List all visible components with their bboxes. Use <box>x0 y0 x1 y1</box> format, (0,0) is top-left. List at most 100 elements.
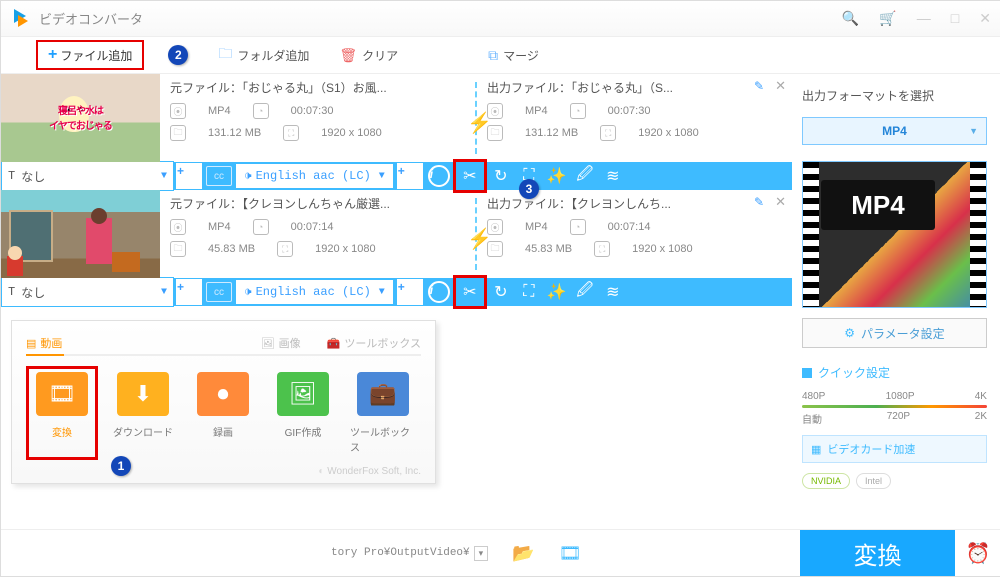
filter-button[interactable]: ≋ <box>599 162 627 190</box>
folder-size-icon: 🗀 <box>170 241 186 257</box>
nvidia-badge: NVIDIA <box>802 473 850 489</box>
filter-button[interactable]: ≋ <box>599 278 627 306</box>
thumb-subtitle: 寝呂や水は イヤでおじゃる <box>1 102 160 132</box>
crop-button[interactable]: ⛶ <box>515 278 543 306</box>
out-size: 45.83 MB <box>525 243 572 255</box>
format-select[interactable]: MP4 <box>802 117 987 145</box>
preset: 480P <box>802 391 825 402</box>
tool-download[interactable]: ⬇ ダウンロード <box>108 366 178 460</box>
src-res: 1920 x 1080 <box>315 243 376 255</box>
tool-record[interactable]: ⏺ 録画 <box>188 366 258 460</box>
video-thumbnail[interactable] <box>1 190 160 278</box>
watermark-button[interactable]: 🖉 <box>571 278 599 306</box>
add-file-button[interactable]: + ファイル追加 <box>36 40 144 70</box>
maximize-button[interactable]: □ <box>951 10 959 27</box>
cart-icon[interactable]: 🛒 <box>879 10 896 27</box>
gpu-accel-button[interactable]: ▦ ビデオカード加速 <box>802 435 987 463</box>
tool-label: 録画 <box>213 424 233 439</box>
param-label: パラメータ設定 <box>861 325 945 342</box>
plus-icon: + <box>48 46 57 64</box>
add-subtitle-button[interactable]: + <box>176 163 202 189</box>
src-size: 45.83 MB <box>208 243 255 255</box>
subtitle-select[interactable]: T なし ▼ <box>1 161 174 191</box>
resolution-icon: ⛶ <box>283 125 299 141</box>
path-dropdown[interactable]: ▾ <box>474 546 489 561</box>
info-button[interactable]: i <box>425 278 453 306</box>
out-res: 1920 x 1080 <box>632 243 693 255</box>
rotate-button[interactable]: ↻ <box>487 162 515 190</box>
edit-icon[interactable]: ✎ <box>754 79 764 93</box>
out-duration: 00:07:30 <box>608 105 651 117</box>
folder-icon: 🗀 <box>218 43 232 67</box>
text-icon: T <box>8 285 15 299</box>
subtitle-value: なし <box>21 284 45 301</box>
tab-toolbox[interactable]: 🧰ツールボックス <box>327 335 421 351</box>
gpu-label: ビデオカード加速 <box>827 441 915 457</box>
tab-video[interactable]: ▤ 動画 <box>26 335 62 351</box>
format-section-label: 出力フォーマットを選択 <box>802 87 987 104</box>
media-icon[interactable]: 🎞 <box>559 543 582 564</box>
output-info: ⚡ ✎ ✕ 出力ファイル：「おじゃる丸」（S... ⦿MP4 ◔00:07:30… <box>477 74 792 162</box>
add-audio-button[interactable]: + <box>397 163 423 189</box>
minimize-button[interactable]: — <box>917 10 931 27</box>
audio-select[interactable]: 🕩 English aac (LC) ▼ <box>236 280 393 304</box>
convert-button[interactable]: 変換 <box>800 530 955 576</box>
chevron-down-icon: ▼ <box>161 171 167 182</box>
open-folder-icon[interactable]: 📂 <box>512 543 534 564</box>
search-icon[interactable]: 🔍 <box>842 10 859 27</box>
audio-select[interactable]: 🕩 English aac (LC) ▼ <box>236 164 393 188</box>
chip-icon: ▦ <box>811 443 821 456</box>
cut-button[interactable]: ✂ <box>453 275 487 309</box>
film-icon: ▤ <box>26 337 36 350</box>
add-folder-button[interactable]: 🗀 フォルダ追加 <box>218 43 309 67</box>
video-thumbnail[interactable]: 寝呂や水は イヤでおじゃる <box>1 74 160 162</box>
cc-button[interactable]: cc <box>206 282 232 302</box>
preset: 720P <box>887 411 910 426</box>
remove-file-icon[interactable]: ✕ <box>775 78 786 94</box>
rotate-button[interactable]: ↻ <box>487 278 515 306</box>
format-thumbnail[interactable]: MP4 <box>802 161 987 308</box>
close-button[interactable]: ✕ <box>979 10 991 27</box>
callout-badge-3: 3 <box>519 179 539 199</box>
info-button[interactable]: i <box>425 162 453 190</box>
convert-icon: 🎞 <box>36 372 88 416</box>
preset: 2K <box>975 411 987 426</box>
clear-label: クリア <box>362 47 398 64</box>
resolution-icon: ⛶ <box>600 125 616 141</box>
tab-image[interactable]: 🖼画像 <box>261 335 301 351</box>
effects-button[interactable]: ✨ <box>543 278 571 306</box>
add-file-label: ファイル追加 <box>60 47 132 64</box>
add-audio-button[interactable]: + <box>397 279 423 305</box>
toolbox-icon: 🧰 <box>327 337 341 350</box>
tab-label: 動画 <box>40 335 62 351</box>
edit-icon[interactable]: ✎ <box>754 195 764 209</box>
tool-label: GIF作成 <box>285 424 322 439</box>
resolution-slider[interactable]: 480P 1080P 4K 自動 720P 2K <box>802 391 987 425</box>
audio-value: English aac (LC) <box>256 285 371 299</box>
speaker-icon: 🕩 <box>244 169 252 183</box>
remove-file-icon[interactable]: ✕ <box>775 194 786 210</box>
record-icon: ⏺ <box>197 372 249 416</box>
watermark-button[interactable]: 🖉 <box>571 162 599 190</box>
file-row: 寝呂や水は イヤでおじゃる 元ファイル：「おじゃる丸」（S1）お風... ⦿MP… <box>1 74 792 162</box>
convert-label: 変換 <box>854 536 902 571</box>
parameter-settings-button[interactable]: ⚙ パラメータ設定 <box>802 318 987 348</box>
intel-badge: Intel <box>856 473 891 489</box>
tool-convert[interactable]: 🎞 変換 <box>26 366 98 460</box>
add-subtitle-button[interactable]: + <box>176 279 202 305</box>
out-duration: 00:07:14 <box>608 221 651 233</box>
merge-button[interactable]: ⧉ マージ <box>488 47 539 64</box>
tool-gif[interactable]: 🖼 GIF作成 <box>268 366 338 460</box>
cut-button[interactable]: ✂ <box>453 159 487 193</box>
tool-toolbox[interactable]: 💼 ツールボックス <box>348 366 418 460</box>
resolution-icon: ⛶ <box>277 241 293 257</box>
cc-button[interactable]: cc <box>206 166 232 186</box>
clear-button[interactable]: 🗑 クリア <box>339 47 398 64</box>
src-duration: 00:07:14 <box>291 221 334 233</box>
alarm-icon[interactable]: ⏰ <box>955 530 1000 576</box>
format-value: MP4 <box>882 124 907 138</box>
subtitle-select[interactable]: T なし ▼ <box>1 277 174 307</box>
effects-button[interactable]: ✨ <box>543 162 571 190</box>
src-res: 1920 x 1080 <box>321 127 382 139</box>
tool-label: 変換 <box>52 424 72 439</box>
